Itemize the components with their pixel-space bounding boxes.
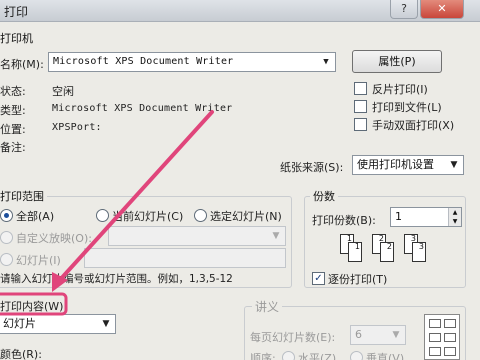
annotation-overlay — [0, 110, 214, 316]
annotation-highlight-box — [0, 292, 68, 316]
annotation-arrow-icon — [56, 110, 214, 284]
